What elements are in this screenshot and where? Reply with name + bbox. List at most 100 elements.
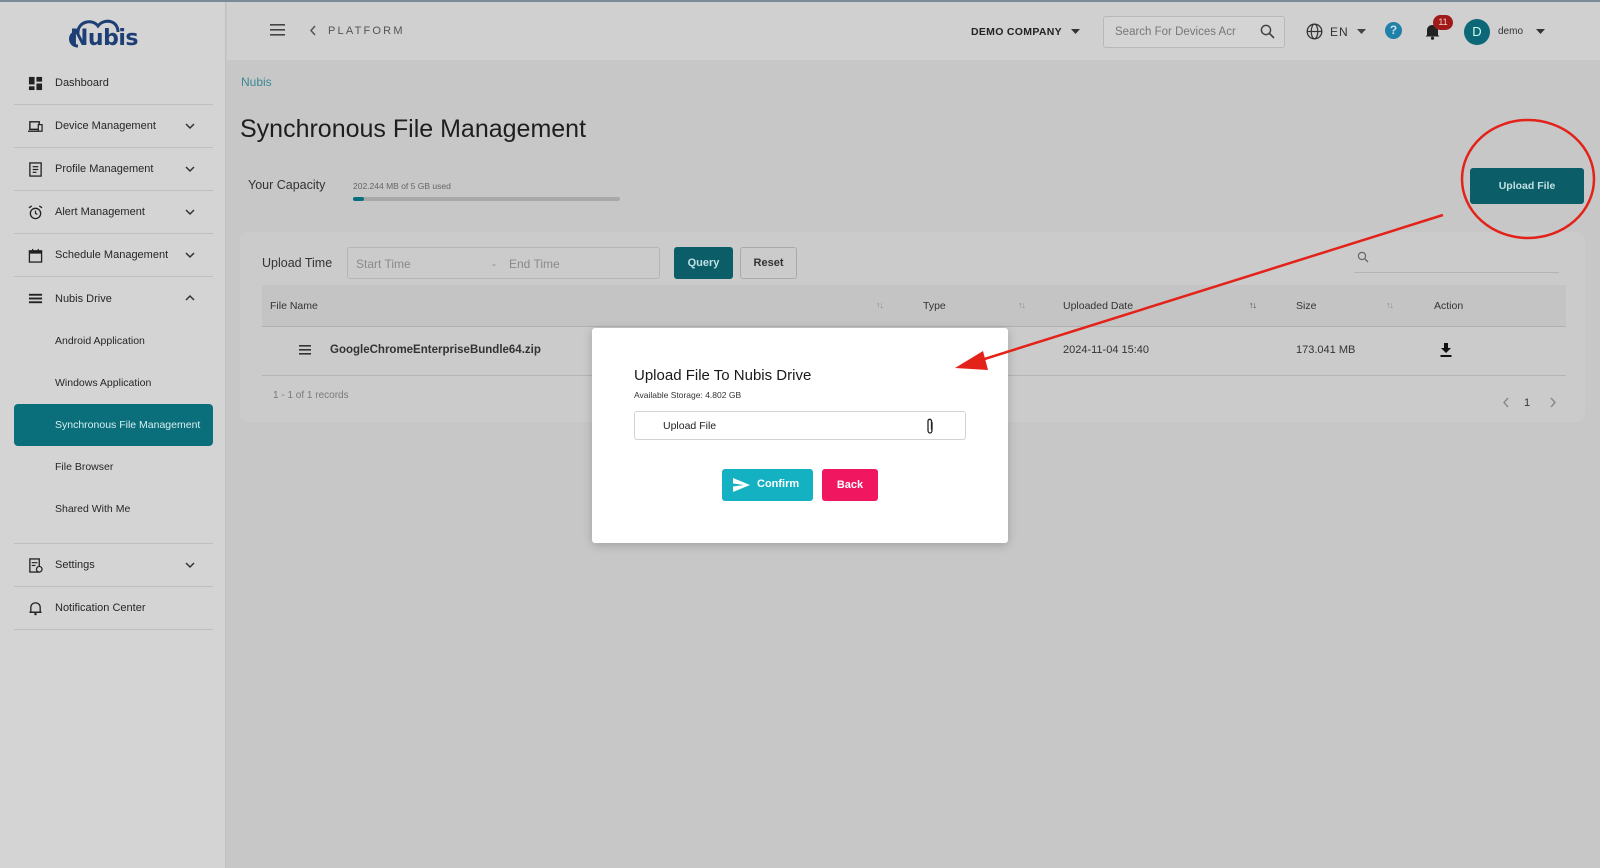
- upload-file-field[interactable]: Upload File: [634, 411, 966, 440]
- sidebar-subitem-label: Android Application: [55, 335, 145, 347]
- caret-down-icon[interactable]: [1536, 29, 1545, 35]
- chevron-down-icon: [185, 209, 195, 216]
- alarm-icon: [28, 205, 43, 220]
- sort-descending-icon[interactable]: ↑↓: [1249, 300, 1257, 310]
- device-search-input[interactable]: Search For Devices Acr: [1115, 26, 1245, 38]
- upload-time-label: Upload Time: [262, 256, 333, 270]
- sidebar-item-alert-management[interactable]: Alert Management: [14, 191, 213, 234]
- sidebar-item-label: Notification Center: [55, 602, 146, 614]
- sidebar-item-device-management[interactable]: Device Management: [14, 105, 213, 148]
- globe-icon[interactable]: [1306, 23, 1323, 40]
- sidebar-item-label: Nubis Drive: [55, 292, 112, 305]
- profile-icon: [29, 162, 42, 177]
- end-time-input[interactable]: End Time: [509, 257, 560, 271]
- sort-icon[interactable]: ↑↓: [876, 300, 884, 310]
- sidebar-subitem-windows-application[interactable]: Windows Application: [14, 362, 213, 404]
- sidebar-subitem-android-application[interactable]: Android Application: [14, 320, 213, 362]
- sidebar-item-label: Settings: [55, 559, 95, 571]
- capacity-usage-text: 202.244 MB of 5 GB used: [353, 181, 451, 191]
- table-search-input[interactable]: [1354, 249, 1559, 273]
- sidebar-subitem-file-browser[interactable]: File Browser: [14, 446, 213, 488]
- sidebar-subitem-label: Shared With Me: [55, 503, 131, 515]
- table-header: File Name ↑↓ Type ↑↓ Uploaded Date ↑↓ Si…: [262, 285, 1566, 327]
- confirm-button-label: Confirm: [757, 478, 800, 490]
- date-range-separator: -: [492, 257, 496, 271]
- start-time-input[interactable]: Start Time: [356, 257, 411, 271]
- search-icon[interactable]: [1260, 24, 1275, 39]
- sidebar: Nubis Dashboard Device Management Profil…: [0, 2, 226, 868]
- settings-doc-icon: [29, 558, 43, 573]
- sidebar-item-schedule-management[interactable]: Schedule Management: [14, 234, 213, 277]
- dashboard-icon: [28, 76, 43, 91]
- sidebar-item-settings[interactable]: Settings: [14, 544, 213, 587]
- column-header-uploaded-date[interactable]: Uploaded Date: [1063, 300, 1133, 312]
- dialog-title: Upload File To Nubis Drive: [634, 367, 812, 384]
- logo-text: Nubis: [70, 26, 138, 51]
- column-header-type[interactable]: Type: [923, 300, 946, 312]
- sidebar-divider: [14, 530, 213, 544]
- device-search-box[interactable]: Search For Devices Acr: [1103, 16, 1285, 48]
- column-header-action: Action: [1434, 300, 1464, 312]
- sidebar-item-dashboard[interactable]: Dashboard: [14, 62, 213, 105]
- send-icon: [733, 478, 750, 492]
- top-bar: PLATFORM DEMO COMPANY Search For Devices…: [227, 2, 1600, 60]
- chevron-up-icon: [185, 294, 195, 301]
- sidebar-item-nubis-drive[interactable]: Nubis Drive: [14, 277, 213, 320]
- capacity-progress-bar: [353, 197, 620, 201]
- notification-count-badge: 11: [1433, 15, 1453, 30]
- file-name-cell: GoogleChromeEnterpriseBundle64.zip: [330, 344, 541, 356]
- column-header-file-name[interactable]: File Name: [270, 300, 318, 312]
- chevron-left-icon[interactable]: [309, 25, 317, 36]
- back-button[interactable]: Back: [822, 469, 878, 501]
- devices-icon: [28, 121, 43, 132]
- search-icon: [1357, 251, 1369, 263]
- user-name[interactable]: demo: [1498, 26, 1523, 37]
- help-icon[interactable]: ?: [1385, 22, 1402, 39]
- chevron-down-icon: [185, 562, 195, 569]
- caret-down-icon[interactable]: [1071, 29, 1080, 35]
- sidebar-item-label: Device Management: [55, 120, 156, 132]
- chevron-left-icon[interactable]: [1502, 397, 1510, 408]
- pagination-page-number[interactable]: 1: [1524, 397, 1530, 409]
- sidebar-subitem-label: File Browser: [55, 461, 114, 473]
- company-selector[interactable]: DEMO COMPANY: [971, 26, 1062, 38]
- sidebar-nav: Dashboard Device Management Profile Mana…: [14, 62, 213, 630]
- available-storage-text: Available Storage: 4.802 GB: [634, 390, 742, 400]
- capacity-label: Your Capacity: [248, 178, 326, 192]
- sidebar-item-profile-management[interactable]: Profile Management: [14, 148, 213, 191]
- list-icon: [28, 293, 43, 304]
- sidebar-item-notification-center[interactable]: Notification Center: [14, 587, 213, 630]
- breadcrumb[interactable]: Nubis: [241, 75, 272, 89]
- upload-file-button[interactable]: Upload File: [1470, 168, 1584, 204]
- upload-time-range-picker[interactable]: Start Time - End Time: [347, 247, 660, 279]
- upload-file-dialog: Upload File To Nubis Drive Available Sto…: [592, 328, 1008, 543]
- platform-label: PLATFORM: [328, 25, 405, 37]
- sidebar-item-label: Profile Management: [55, 163, 154, 175]
- sidebar-item-label: Alert Management: [55, 206, 145, 218]
- sidebar-subitem-shared-with-me[interactable]: Shared With Me: [14, 488, 213, 530]
- reset-button[interactable]: Reset: [740, 247, 797, 279]
- records-count: 1 - 1 of 1 records: [273, 390, 349, 401]
- sidebar-subitem-synchronous-file-management[interactable]: Synchronous File Management: [14, 404, 213, 446]
- avatar[interactable]: D: [1464, 19, 1490, 45]
- chevron-right-icon[interactable]: [1549, 397, 1557, 408]
- download-icon[interactable]: [1440, 343, 1452, 357]
- uploaded-date-cell: 2024-11-04 15:40: [1063, 344, 1150, 356]
- menu-icon[interactable]: [270, 24, 285, 36]
- column-header-size[interactable]: Size: [1296, 300, 1316, 312]
- sidebar-subitem-label: Synchronous File Management: [55, 419, 201, 431]
- sidebar-subitem-label: Windows Application: [55, 377, 152, 389]
- confirm-button[interactable]: Confirm: [722, 469, 813, 501]
- page-title: Synchronous File Management: [240, 115, 587, 143]
- chevron-down-icon: [185, 123, 195, 130]
- query-button[interactable]: Query: [674, 247, 733, 279]
- upload-file-field-label: Upload File: [663, 420, 717, 432]
- size-cell: 173.041 MB: [1296, 344, 1356, 356]
- sort-icon[interactable]: ↑↓: [1386, 300, 1394, 310]
- paperclip-icon[interactable]: [925, 418, 935, 435]
- drag-handle-icon[interactable]: [299, 345, 311, 355]
- language-selector[interactable]: EN: [1330, 25, 1349, 39]
- caret-down-icon[interactable]: [1357, 29, 1366, 35]
- sidebar-item-label: Dashboard: [55, 77, 109, 89]
- sort-icon[interactable]: ↑↓: [1018, 300, 1026, 310]
